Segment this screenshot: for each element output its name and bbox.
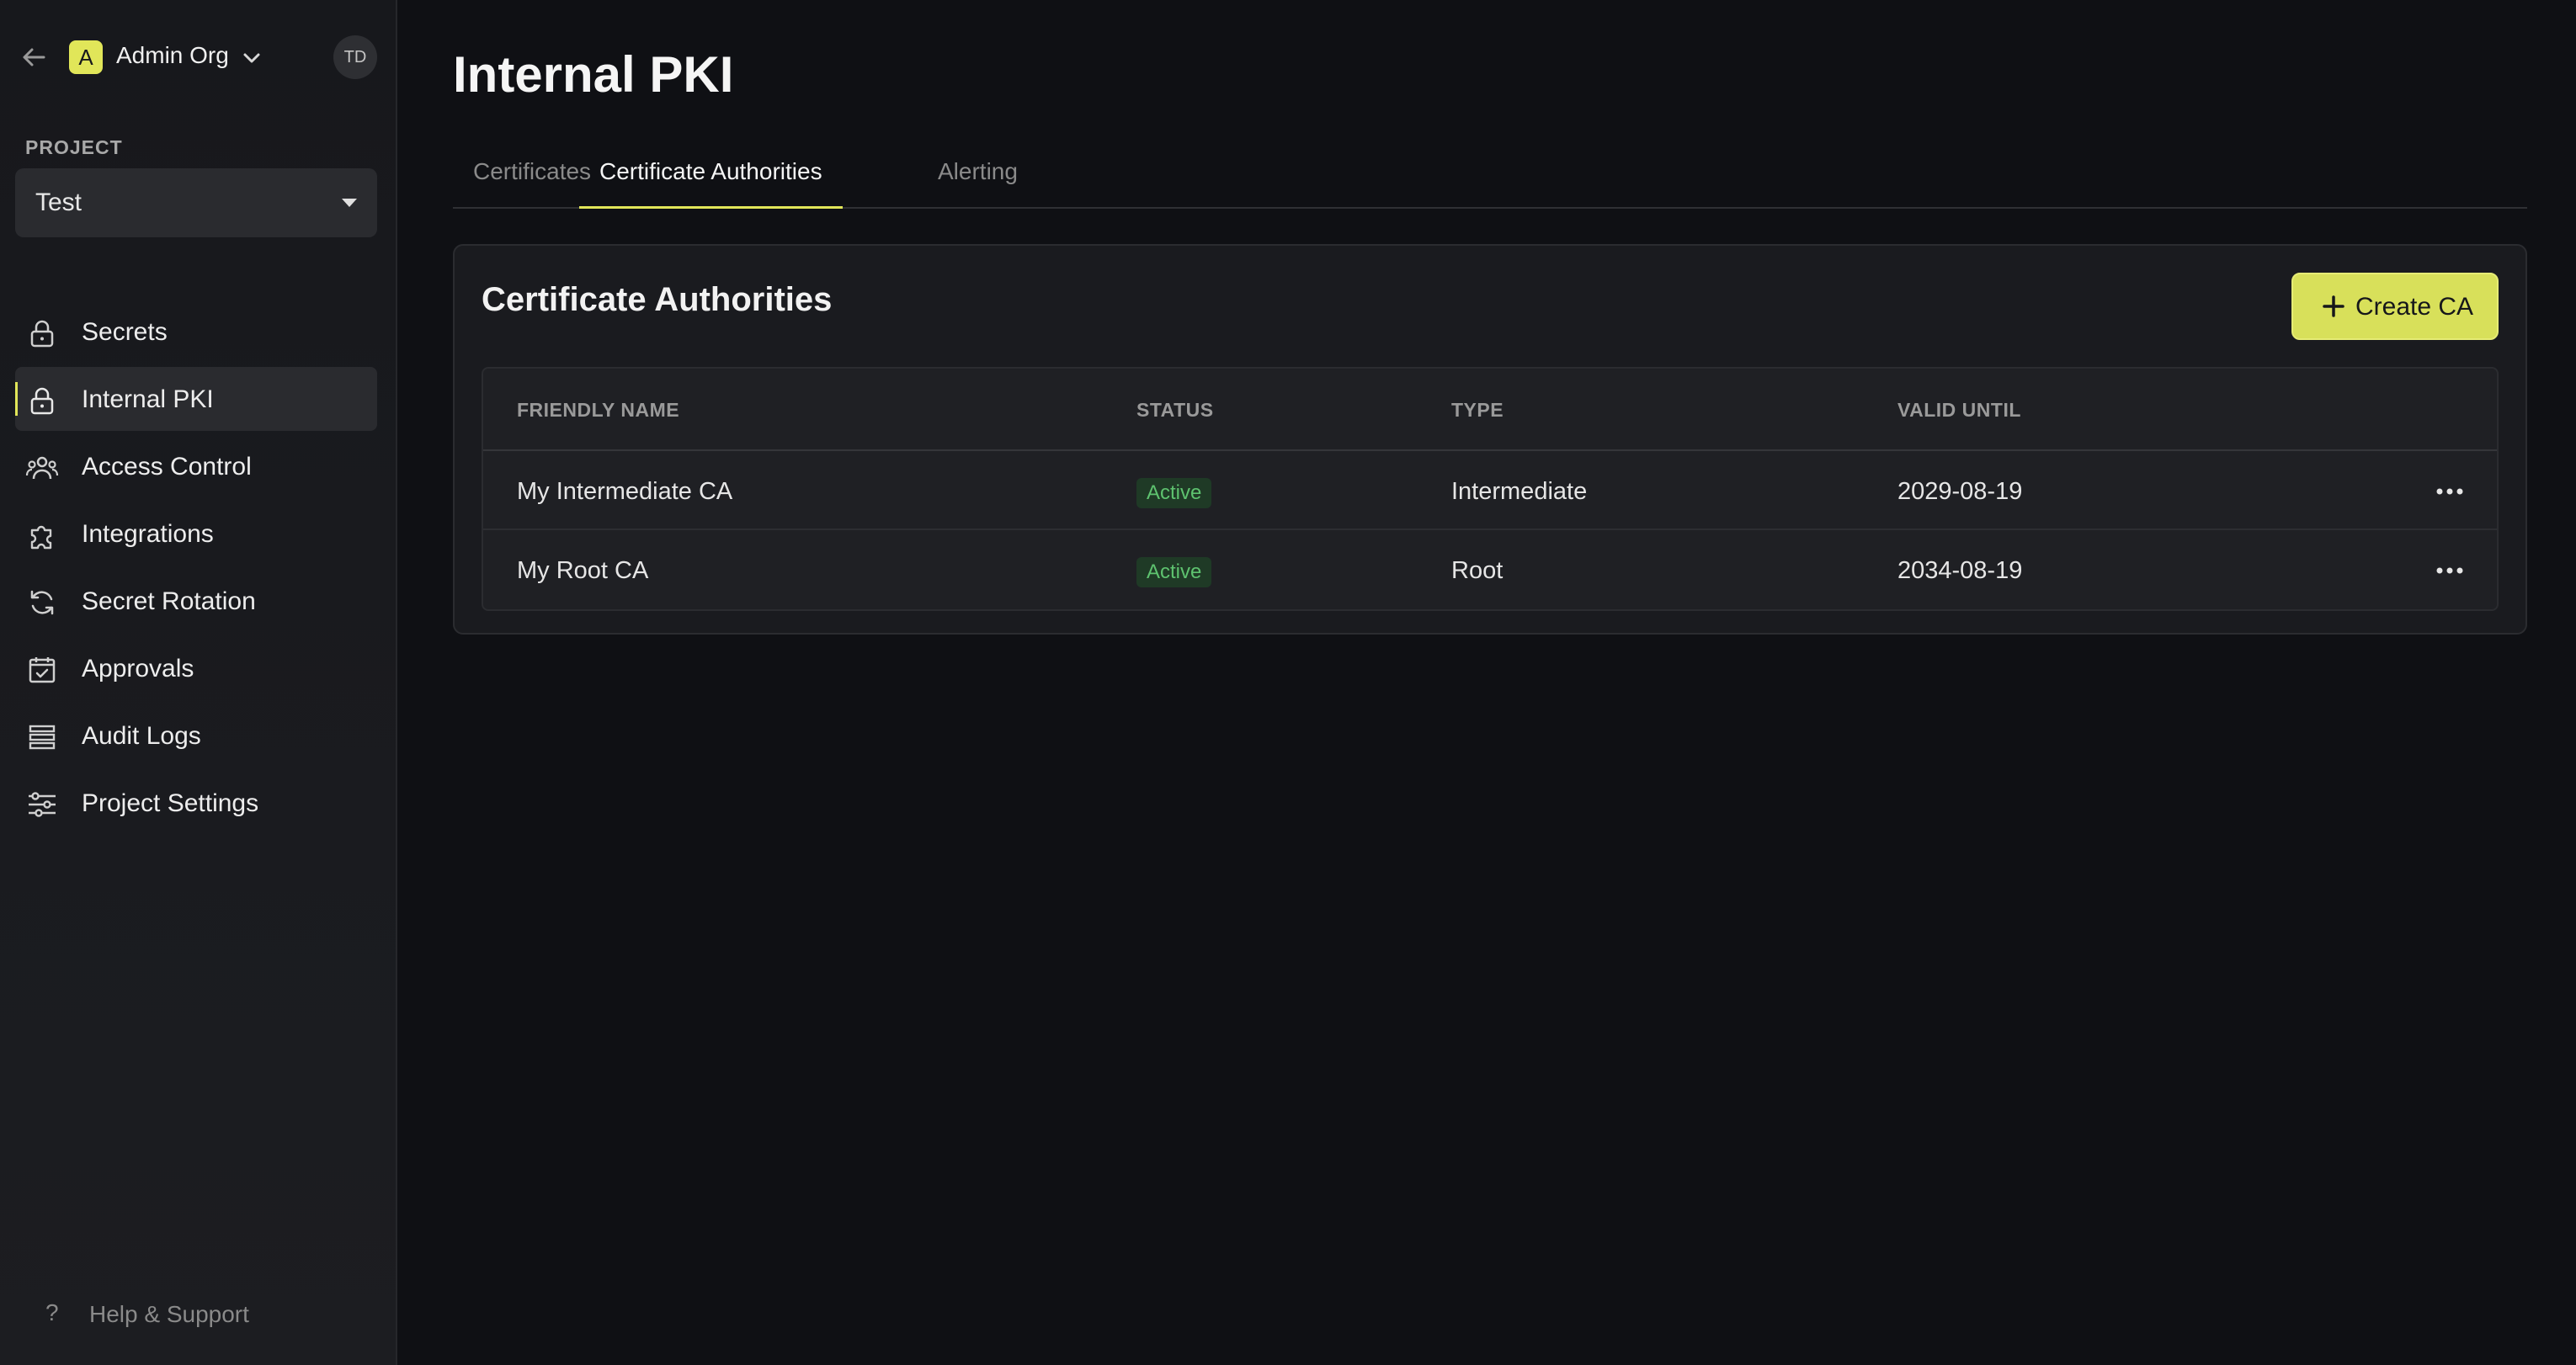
list-icon — [25, 720, 59, 754]
column-header-valid-until: VALID UNTIL — [1897, 399, 2021, 421]
table-row[interactable]: My Root CA Active Root 2034-08-19 — [483, 532, 2497, 609]
rotate-icon — [25, 586, 59, 619]
column-header-type: TYPE — [1451, 399, 1504, 421]
sidebar-item-approvals[interactable]: Approvals — [15, 636, 377, 700]
project-select-value: Test — [35, 189, 82, 216]
sidebar-item-internal-pki[interactable]: Internal PKI — [15, 367, 377, 431]
more-options-icon[interactable] — [2431, 555, 2468, 586]
tab-certificate-authorities[interactable]: Certificate Authorities — [579, 158, 843, 209]
sidebar-item-label: Project Settings — [82, 789, 259, 817]
project-label: PROJECT — [25, 136, 123, 158]
sidebar-item-label: Internal PKI — [82, 385, 214, 413]
sidebar-item-label: Secrets — [82, 318, 168, 346]
ca-valid-until: 2034-08-19 — [1897, 557, 2023, 584]
puzzle-icon — [25, 518, 59, 552]
ca-name: My Root CA — [517, 557, 649, 584]
sidebar: A Admin Org TD PROJECT Test Secrets Inte… — [0, 0, 397, 1365]
caret-down-icon — [342, 199, 357, 207]
users-icon — [25, 451, 59, 485]
chevron-down-icon[interactable] — [237, 44, 266, 72]
org-name[interactable]: Admin Org — [116, 42, 229, 69]
question-icon: ? — [45, 1299, 59, 1325]
tab-label: Certificate Authorities — [599, 158, 822, 184]
status-badge: Active — [1136, 557, 1212, 587]
avatar[interactable]: TD — [333, 35, 377, 79]
sidebar-item-label: Audit Logs — [82, 722, 201, 750]
arrow-left-icon[interactable] — [17, 40, 51, 74]
plus-icon — [2318, 291, 2349, 321]
tab-label: Alerting — [938, 158, 1018, 184]
table-row[interactable]: My Intermediate CA Active Intermediate 2… — [483, 453, 2497, 530]
sidebar-item-label: Access Control — [82, 453, 252, 481]
lock-icon — [25, 316, 59, 350]
project-select[interactable]: Test — [15, 168, 377, 237]
org-badge[interactable]: A — [69, 40, 103, 74]
sidebar-item-project-settings[interactable]: Project Settings — [15, 771, 377, 835]
tab-alerting[interactable]: Alerting — [938, 158, 1018, 207]
sidebar-item-label: Integrations — [82, 520, 214, 548]
sliders-icon — [25, 788, 59, 821]
ca-type: Root — [1451, 557, 1504, 584]
more-options-icon[interactable] — [2431, 476, 2468, 507]
card-title: Certificate Authorities — [482, 281, 833, 318]
sidebar-item-integrations[interactable]: Integrations — [15, 502, 377, 566]
create-ca-label: Create CA — [2355, 293, 2474, 321]
ca-type: Intermediate — [1451, 478, 1588, 505]
create-ca-button[interactable]: Create CA — [2291, 273, 2499, 340]
column-header-status: STATUS — [1136, 399, 1214, 421]
sidebar-nav: Secrets Internal PKI Access Control Inte… — [15, 300, 377, 838]
lock-icon — [25, 384, 59, 417]
calendar-check-icon — [25, 653, 59, 687]
org-switcher-row: A Admin Org TD — [17, 34, 379, 81]
sidebar-item-label: Secret Rotation — [82, 587, 256, 615]
table-header: FRIENDLY NAME STATUS TYPE VALID UNTIL — [483, 369, 2497, 451]
tab-label: Certificates — [473, 158, 592, 184]
column-header-friendly-name: FRIENDLY NAME — [517, 399, 680, 421]
ca-card: Certificate Authorities Create CA FRIEND… — [453, 244, 2527, 635]
app-root: A Admin Org TD PROJECT Test Secrets Inte… — [0, 0, 2576, 1365]
status-badge: Active — [1136, 478, 1212, 508]
tab-active-indicator — [579, 206, 843, 209]
ca-table: FRIENDLY NAME STATUS TYPE VALID UNTIL My… — [482, 367, 2499, 611]
sidebar-item-secrets[interactable]: Secrets — [15, 300, 377, 364]
page-title: Internal PKI — [453, 46, 734, 103]
tab-bar: Certificates Certificate Authorities Ale… — [453, 151, 2527, 209]
sidebar-item-secret-rotation[interactable]: Secret Rotation — [15, 569, 377, 633]
help-support-label: Help & Support — [89, 1301, 249, 1327]
tab-certificates[interactable]: Certificates — [473, 158, 591, 207]
sidebar-item-access-control[interactable]: Access Control — [15, 434, 377, 498]
main-content: Internal PKI Certificates Certificate Au… — [397, 0, 2576, 1365]
ca-valid-until: 2029-08-19 — [1897, 478, 2023, 505]
ca-name: My Intermediate CA — [517, 478, 733, 505]
sidebar-item-audit-logs[interactable]: Audit Logs — [15, 704, 377, 767]
sidebar-item-label: Approvals — [82, 655, 194, 682]
